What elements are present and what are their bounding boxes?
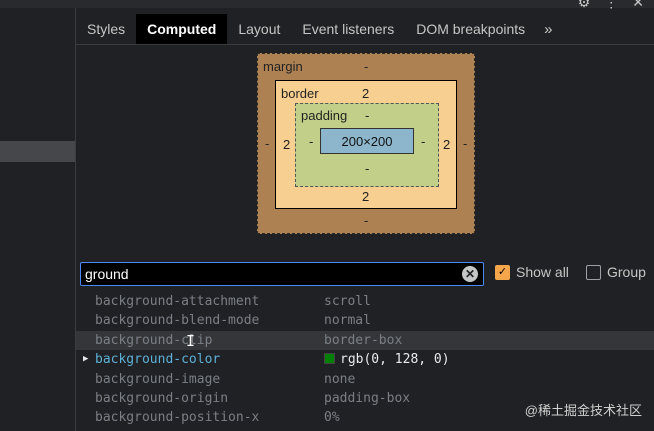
sidebar-tabs: Styles Computed Layout Event listeners D… xyxy=(76,14,654,45)
filter-input[interactable] xyxy=(85,264,455,284)
border-top-value[interactable]: 2 xyxy=(362,87,369,101)
filter-field[interactable]: ✕ xyxy=(80,262,484,286)
property-name: background-position-x xyxy=(95,410,260,426)
topbar-icons: ⚙ ⋮ ✕ xyxy=(578,0,644,11)
tab-layout[interactable]: Layout xyxy=(227,14,291,44)
box-model-margin[interactable]: margin - - - - border 2 2 2 2 padding - … xyxy=(257,53,475,234)
padding-bottom-value[interactable]: - xyxy=(365,162,369,176)
property-value: scroll xyxy=(324,294,371,309)
property-value: border-box xyxy=(324,332,403,348)
show-all-toggle[interactable]: ✓ Show all xyxy=(495,264,569,280)
padding-right-value[interactable]: - xyxy=(421,135,425,149)
border-bottom-value[interactable]: 2 xyxy=(362,190,369,204)
group-checkbox[interactable] xyxy=(586,264,601,280)
group-toggle[interactable]: Group xyxy=(586,264,646,280)
property-row[interactable]: background-blend-mode normal xyxy=(76,311,654,330)
property-name: background-image xyxy=(95,371,221,387)
box-model-border[interactable]: border 2 2 2 2 padding - - - - 200×200 xyxy=(275,80,457,209)
show-all-checkbox-checked-icon[interactable]: ✓ xyxy=(495,264,510,280)
box-model-content-size[interactable]: 200×200 xyxy=(320,128,414,154)
margin-top-value[interactable]: - xyxy=(364,60,368,74)
property-row-expandable[interactable]: ▶ background-color rgb(0, 128, 0) xyxy=(76,350,654,369)
property-row-hovered[interactable]: background-clip border-box I xyxy=(76,330,654,351)
property-value: normal xyxy=(324,313,371,329)
property-value: none xyxy=(324,371,356,387)
devtools-topbar xyxy=(0,0,654,8)
property-value-with-swatch: rgb(0, 128, 0) xyxy=(324,350,450,369)
color-swatch[interactable] xyxy=(324,353,335,365)
border-label: border xyxy=(281,86,319,101)
margin-bottom-value[interactable]: - xyxy=(364,214,368,228)
tab-styles[interactable]: Styles xyxy=(76,14,136,44)
border-left-value[interactable]: 2 xyxy=(283,138,290,152)
padding-left-value[interactable]: - xyxy=(309,135,313,149)
tab-event-listeners[interactable]: Event listeners xyxy=(291,14,405,44)
close-icon[interactable]: ✕ xyxy=(632,0,644,11)
settings-gear-icon[interactable]: ⚙ xyxy=(578,0,591,11)
group-label: Group xyxy=(607,264,646,280)
tab-computed[interactable]: Computed xyxy=(136,14,228,44)
show-all-label: Show all xyxy=(516,264,569,280)
clear-filter-icon[interactable]: ✕ xyxy=(462,266,478,282)
margin-label: margin xyxy=(263,59,303,74)
margin-left-value[interactable]: - xyxy=(265,137,269,151)
property-row[interactable]: background-attachment scroll xyxy=(76,292,654,311)
selected-node-row[interactable] xyxy=(0,141,75,162)
more-options-icon[interactable]: ⋮ xyxy=(604,0,618,11)
property-name: background-attachment xyxy=(95,294,260,309)
border-right-value[interactable]: 2 xyxy=(443,138,450,152)
property-value: 0% xyxy=(324,410,340,426)
property-value: rgb(0, 128, 0) xyxy=(340,352,450,368)
property-name: background-origin xyxy=(95,390,229,406)
tab-dom-breakpoints[interactable]: DOM breakpoints xyxy=(405,14,536,44)
padding-label: padding xyxy=(301,108,348,123)
more-tabs-chevron-icon[interactable]: » xyxy=(536,14,560,44)
text-cursor-icon: I xyxy=(186,331,196,350)
property-row[interactable]: background-image none xyxy=(76,370,654,389)
property-value: padding-box xyxy=(324,390,411,406)
margin-right-value[interactable]: - xyxy=(463,137,467,151)
watermark: @稀土掘金技术社区 xyxy=(524,403,642,418)
box-model-padding[interactable]: padding - - - - 200×200 xyxy=(295,103,439,187)
padding-top-value[interactable]: - xyxy=(365,109,369,123)
expand-triangle-icon[interactable]: ▶ xyxy=(83,350,88,369)
elements-panel-edge xyxy=(0,0,75,431)
property-name: background-color xyxy=(95,352,221,368)
property-name: background-blend-mode xyxy=(95,313,260,329)
